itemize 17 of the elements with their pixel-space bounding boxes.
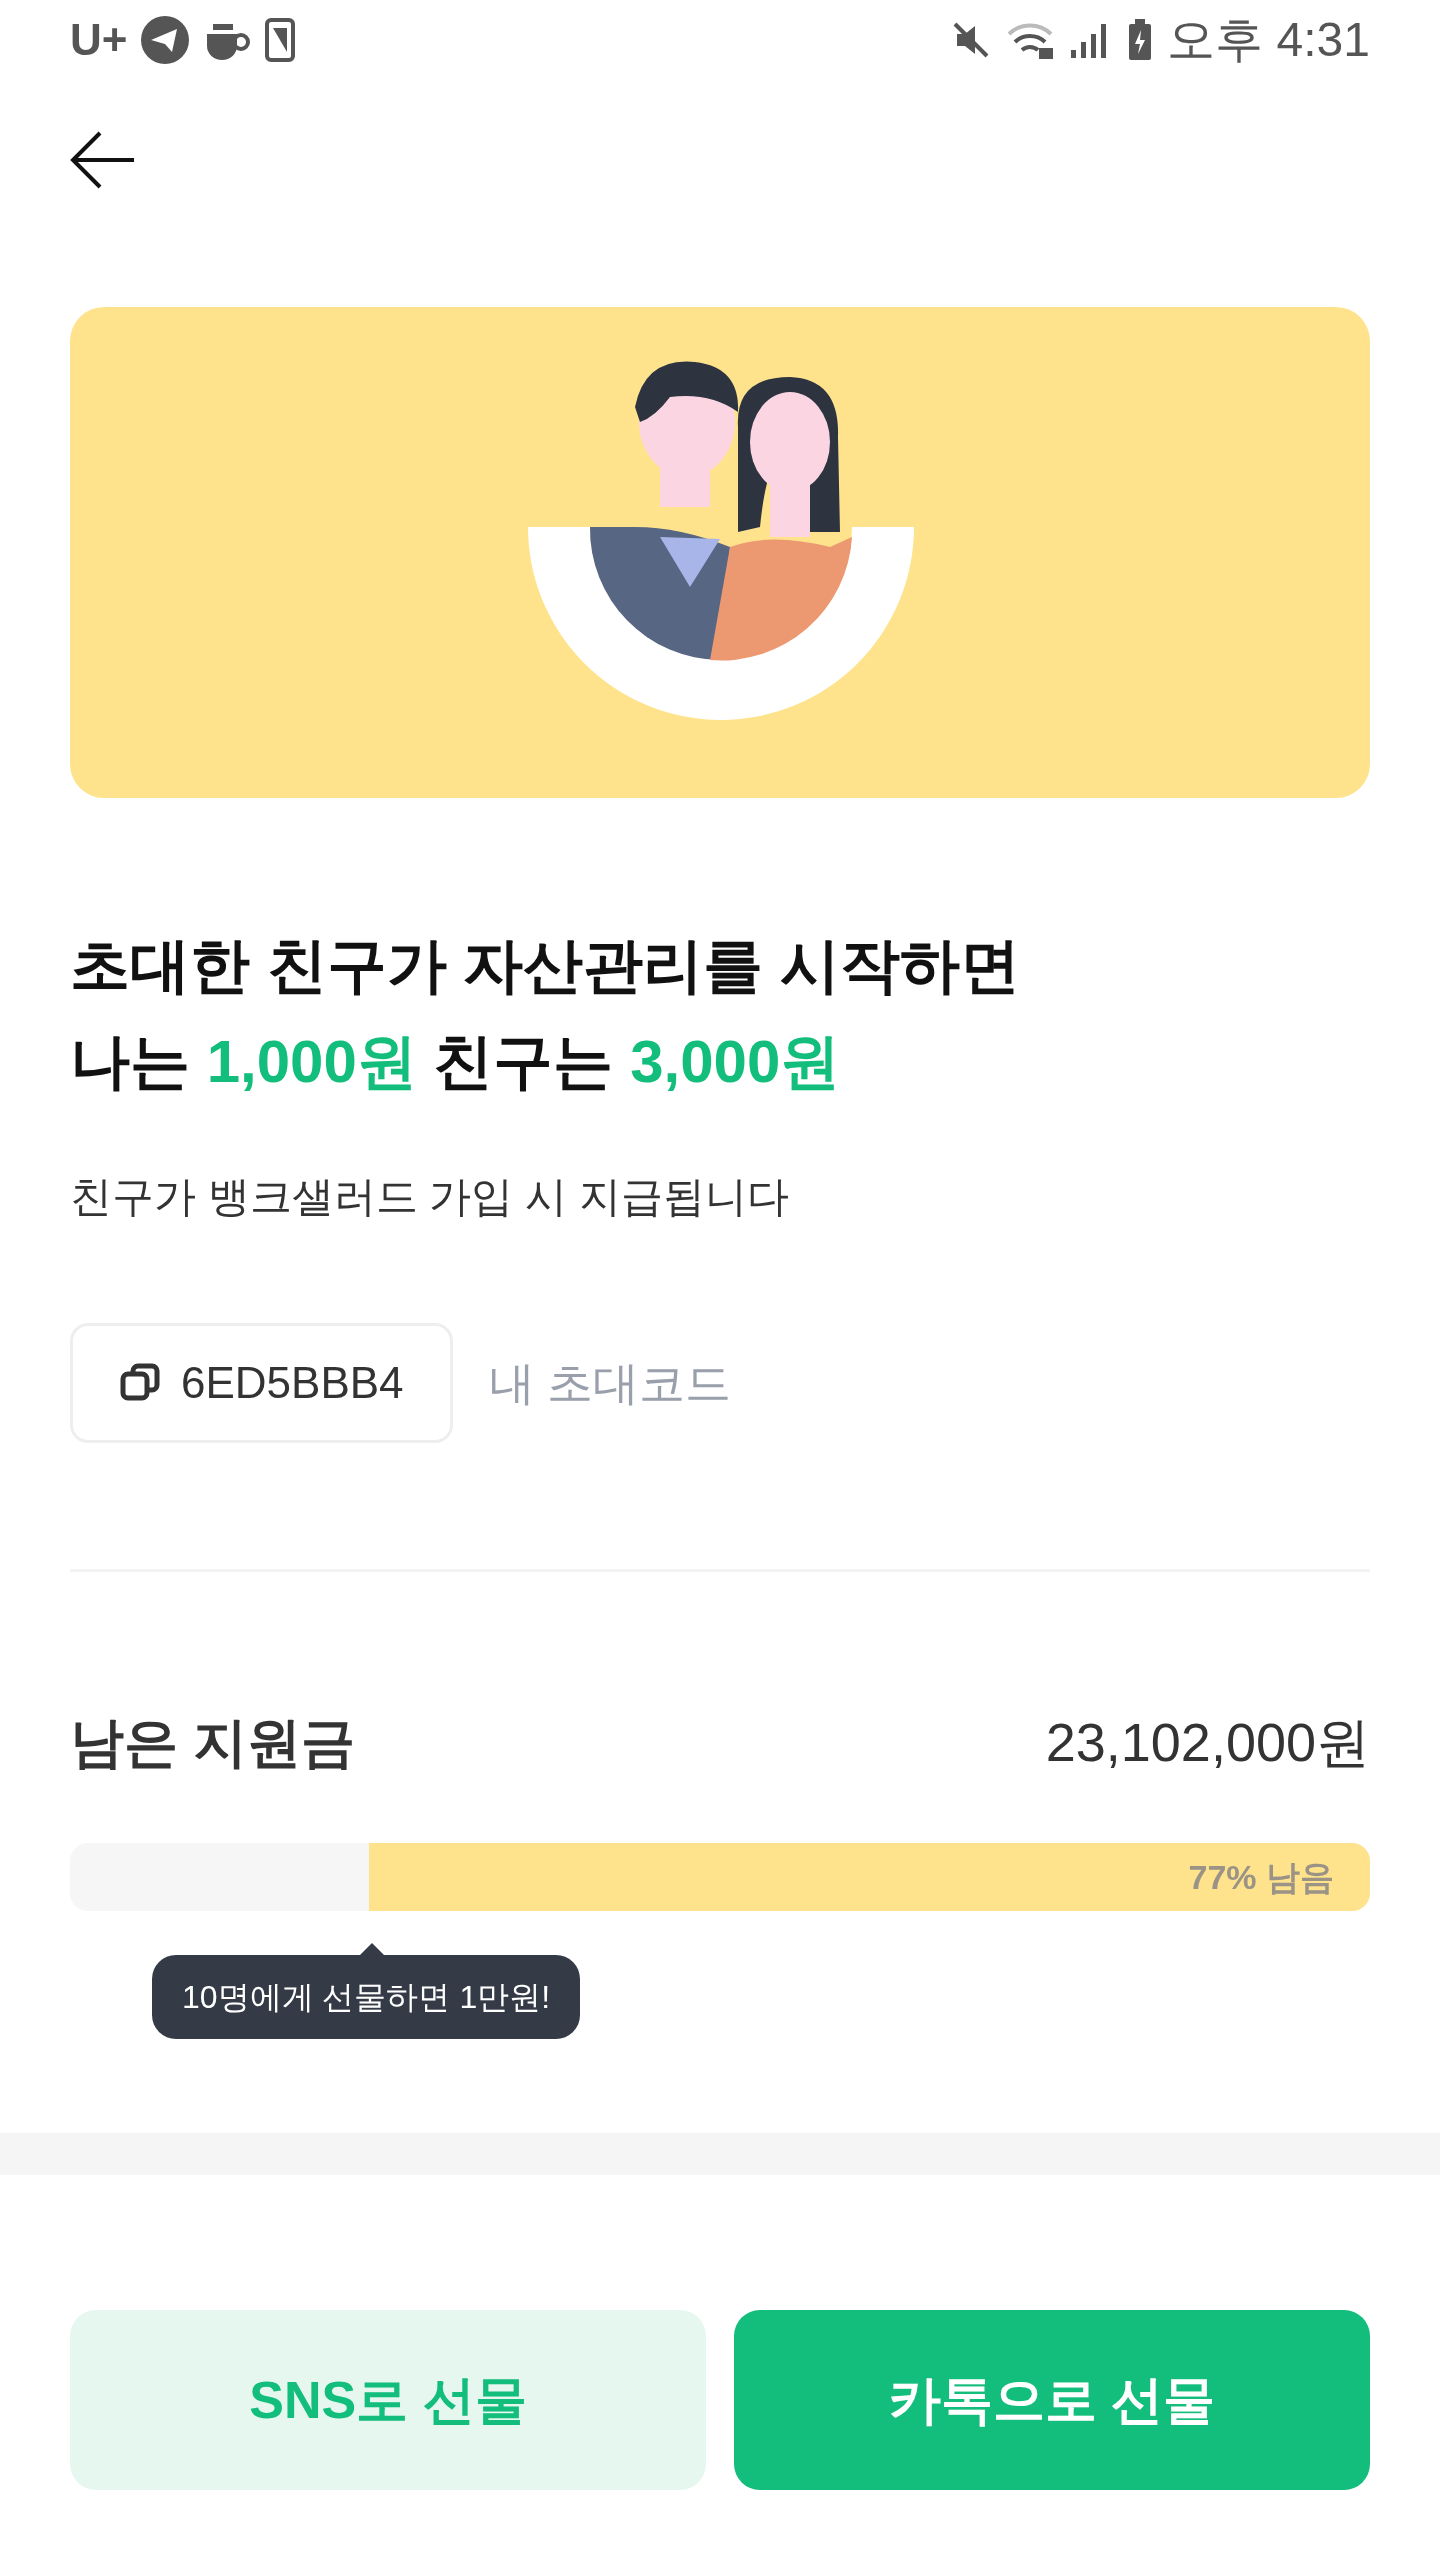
copy-code-button[interactable]: 6ED5BBB4 bbox=[70, 1323, 453, 1443]
remaining-text: 77% 남음 bbox=[1188, 1856, 1334, 1898]
gift-button[interactable]: 카톡으로 선물 bbox=[734, 2310, 1370, 2490]
wifi-icon bbox=[1005, 20, 1056, 60]
fund-amount: 23,102,000원 bbox=[1045, 1711, 1370, 1774]
headline: 초대한 친구가 자산관리를 시작하면 나는 1,000원 친구는 3,000원 bbox=[70, 931, 1021, 1097]
tooltip: 10명에게 선물하면 1만원! bbox=[152, 1955, 581, 2039]
code-label: 내 초대코드 bbox=[488, 1355, 732, 1411]
battery-icon bbox=[1127, 18, 1154, 62]
paper-plane-icon bbox=[141, 16, 190, 64]
fund-title: 남은 지원금 bbox=[70, 1711, 355, 1774]
carrier-label: U+ bbox=[70, 14, 128, 66]
copy-icon bbox=[119, 1362, 161, 1404]
clock-text: 오후 4:31 bbox=[1167, 12, 1370, 68]
gift-button[interactable]: SNS로 선물 bbox=[70, 2310, 706, 2490]
phone-icon bbox=[265, 18, 296, 62]
subtitle: 친구가 뱅크샐러드 가입 시 지급됩니다 bbox=[70, 1172, 790, 1222]
